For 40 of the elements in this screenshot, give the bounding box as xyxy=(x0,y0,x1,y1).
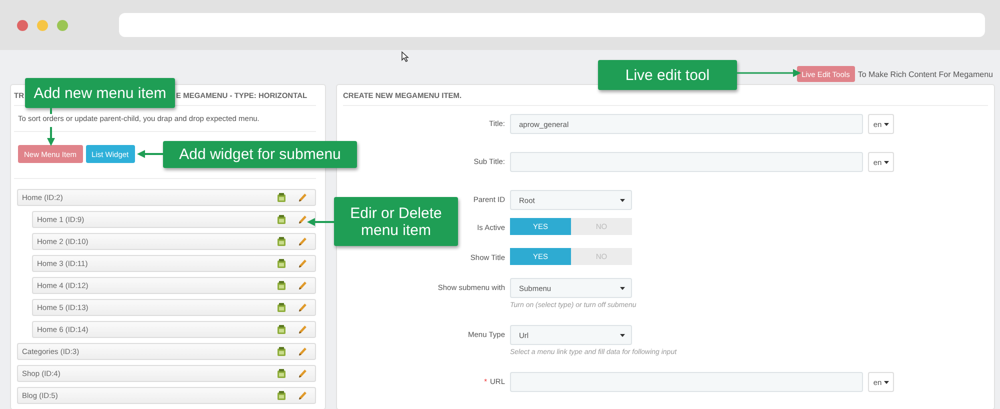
callout-arrow xyxy=(137,150,163,158)
clipboard-icon[interactable] xyxy=(277,303,286,312)
callout-label: Add new menu item xyxy=(25,78,175,108)
caret-icon xyxy=(620,334,625,336)
window-control-dot[interactable] xyxy=(17,20,28,30)
cursor-icon xyxy=(401,51,409,62)
clipboard-icon[interactable] xyxy=(277,325,286,334)
callout-label: Add widget for submenu xyxy=(163,141,357,168)
pencil-icon[interactable] xyxy=(298,347,307,356)
pencil-icon[interactable] xyxy=(298,193,307,202)
pencil-icon[interactable] xyxy=(298,259,307,268)
pencil-icon[interactable] xyxy=(298,391,307,400)
pencil-icon[interactable] xyxy=(298,325,307,334)
pencil-icon[interactable] xyxy=(298,281,307,290)
callout-arrow xyxy=(307,218,334,226)
caret-icon xyxy=(884,380,889,384)
pencil-icon[interactable] xyxy=(298,303,307,312)
clipboard-icon[interactable] xyxy=(277,237,286,246)
text-field[interactable] xyxy=(510,372,863,392)
toolbar-note: To Make Rich Content For Megamenu xyxy=(858,70,993,78)
caret-icon xyxy=(620,286,625,290)
pencil-icon[interactable] xyxy=(298,215,307,224)
pencil-icon[interactable] xyxy=(298,369,307,378)
clipboard-icon[interactable] xyxy=(277,391,286,400)
callout-arrow xyxy=(737,69,801,77)
window-control-dot[interactable] xyxy=(37,20,48,30)
clipboard-icon[interactable] xyxy=(277,259,286,268)
callout-label: Live edit tool xyxy=(598,60,737,90)
text-field[interactable] xyxy=(510,152,863,172)
caret-icon xyxy=(884,122,889,126)
clipboard-icon[interactable] xyxy=(277,347,286,356)
clipboard-icon[interactable] xyxy=(277,369,286,378)
callout-label: Edir or Delete menu item xyxy=(334,197,458,246)
window-control-dot[interactable] xyxy=(57,20,68,30)
caret-icon xyxy=(620,198,625,202)
clipboard-icon[interactable] xyxy=(277,281,286,290)
caret-icon xyxy=(884,160,889,164)
pencil-icon[interactable] xyxy=(298,237,307,246)
clipboard-icon[interactable] xyxy=(277,193,286,202)
clipboard-icon[interactable] xyxy=(277,215,286,224)
